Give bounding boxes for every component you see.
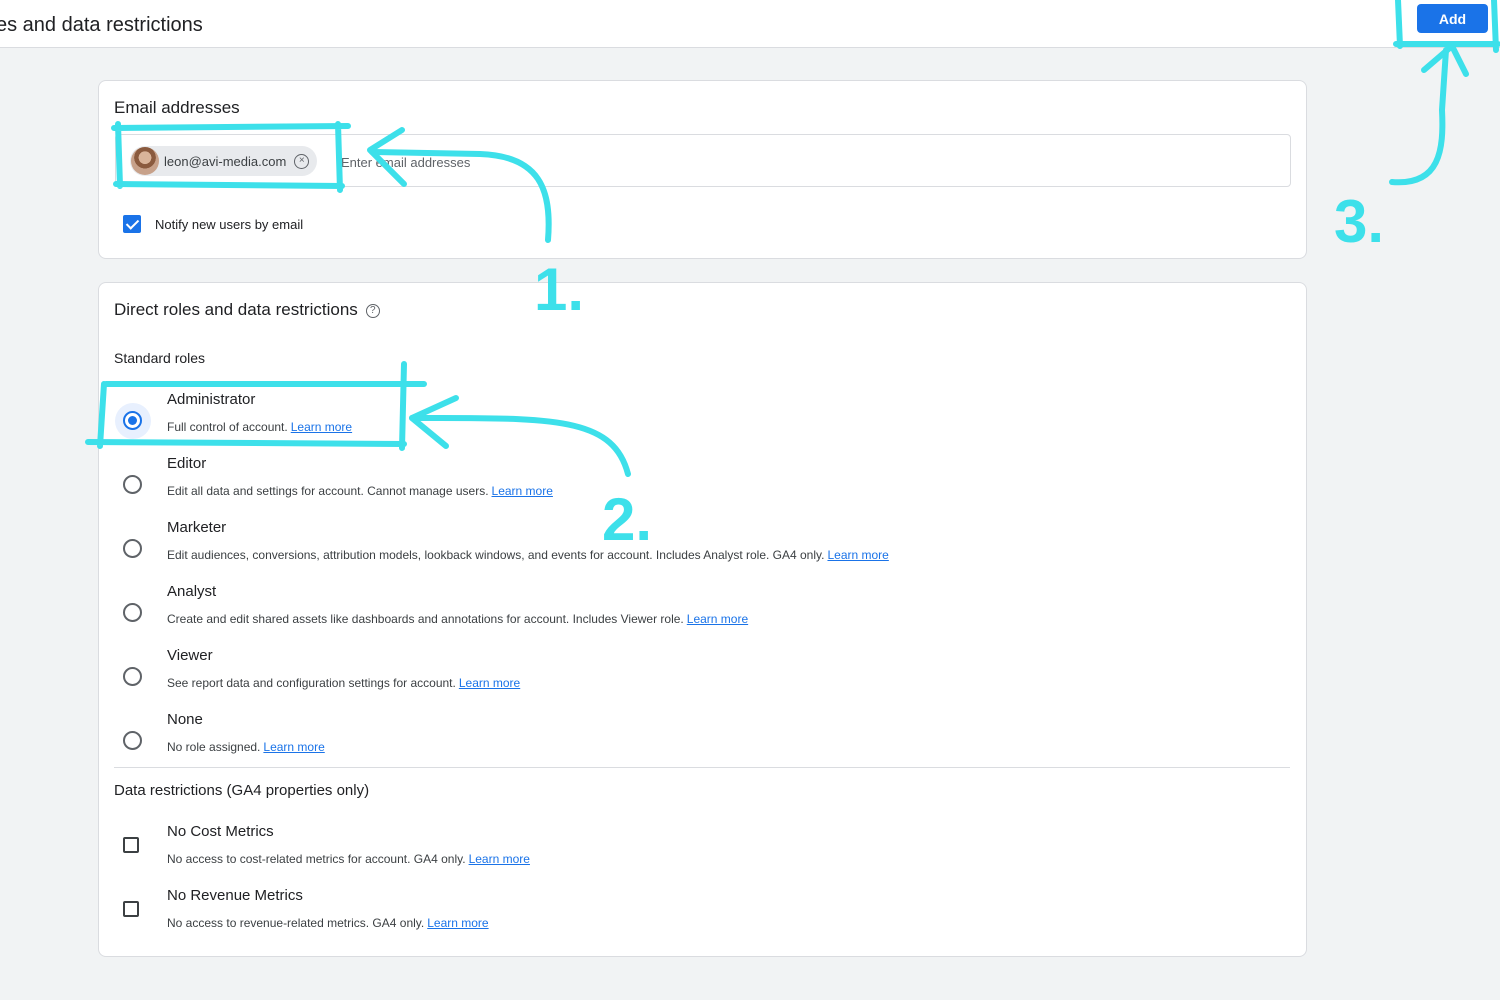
role-option-viewer[interactable]: Viewer See report data and configuration… [99,647,1099,707]
radio-analyst[interactable] [123,603,142,622]
learn-more-link[interactable]: Learn more [687,612,748,626]
checkbox-no-cost-metrics[interactable] [123,837,139,853]
role-name: Editor [167,455,207,472]
learn-more-link[interactable]: Learn more [827,548,888,562]
role-name: Marketer [167,519,227,536]
arrowhead-3 [1421,43,1469,77]
avatar [131,147,159,175]
learn-more-link[interactable]: Learn more [291,420,352,434]
radio-editor[interactable] [123,475,142,494]
divider [114,767,1290,768]
role-description: No role assigned. Learn more [167,740,325,754]
email-input[interactable] [341,155,941,170]
chip-email-text: leon@avi-media.com [164,153,287,169]
close-icon[interactable]: × [294,153,310,169]
roles-heading-text: Direct roles and data restrictions [114,300,358,319]
role-description: See report data and configuration settin… [167,676,521,690]
role-option-none[interactable]: None No role assigned. Learn more [99,711,1099,771]
role-name: None [167,711,203,728]
page-title: es and data restrictions [0,14,203,36]
email-chip[interactable]: leon@avi-media.com × [130,146,318,176]
restriction-no-revenue-metrics[interactable]: No Revenue Metrics No access to revenue-… [99,887,1099,947]
learn-more-link[interactable]: Learn more [263,740,324,754]
radio-marketer[interactable] [123,539,142,558]
checkbox-no-revenue-metrics[interactable] [123,901,139,917]
role-name: Viewer [167,647,213,664]
restriction-description: No access to cost-related metrics for ac… [167,852,530,866]
radio-none[interactable] [123,731,142,750]
role-description: Edit all data and settings for account. … [167,484,553,498]
role-option-marketer[interactable]: Marketer Edit audiences, conversions, at… [99,519,1099,579]
email-addresses-heading: Email addresses [114,98,240,117]
add-button[interactable]: Add [1417,4,1488,33]
role-option-analyst[interactable]: Analyst Create and edit shared assets li… [99,583,1099,643]
role-description: Full control of account. Learn more [167,420,353,434]
learn-more-link[interactable]: Learn more [469,852,530,866]
radio-administrator[interactable] [123,411,142,430]
roles-heading: Direct roles and data restrictions? [114,300,380,320]
learn-more-link[interactable]: Learn more [492,484,553,498]
restriction-no-cost-metrics[interactable]: No Cost Metrics No access to cost-relate… [99,823,1099,883]
step-label-3: 3. [1334,188,1384,255]
restriction-name: No Revenue Metrics [167,887,303,904]
notify-label: Notify new users by email [155,216,304,232]
arrow-3 [1389,47,1449,186]
top-bar: es and data restrictions Add [0,0,1500,48]
radio-viewer[interactable] [123,667,142,686]
help-icon[interactable]: ? [365,304,380,318]
role-option-editor[interactable]: Editor Edit all data and settings for ac… [99,455,1099,515]
role-option-administrator[interactable]: Administrator Full control of account. Le… [99,391,1099,451]
notify-checkbox-row[interactable]: Notify new users by email [123,215,303,233]
data-restrictions-label: Data restrictions (GA4 properties only) [114,782,370,799]
standard-roles-label: Standard roles [114,350,206,366]
role-name: Analyst [167,583,217,600]
restriction-description: No access to revenue-related metrics. GA… [167,916,489,930]
role-description: Create and edit shared assets like dashb… [167,612,749,626]
email-addresses-card: Email addresses leon@avi-media.com × Not… [98,80,1307,259]
learn-more-link[interactable]: Learn more [427,916,488,930]
roles-card: Direct roles and data restrictions? Stan… [98,282,1307,957]
restriction-name: No Cost Metrics [167,823,274,840]
role-description: Edit audiences, conversions, attribution… [167,548,889,562]
email-input-box[interactable]: leon@avi-media.com × [115,134,1291,187]
notify-checkbox[interactable] [123,215,141,233]
learn-more-link[interactable]: Learn more [459,676,520,690]
role-name: Administrator [167,391,256,408]
